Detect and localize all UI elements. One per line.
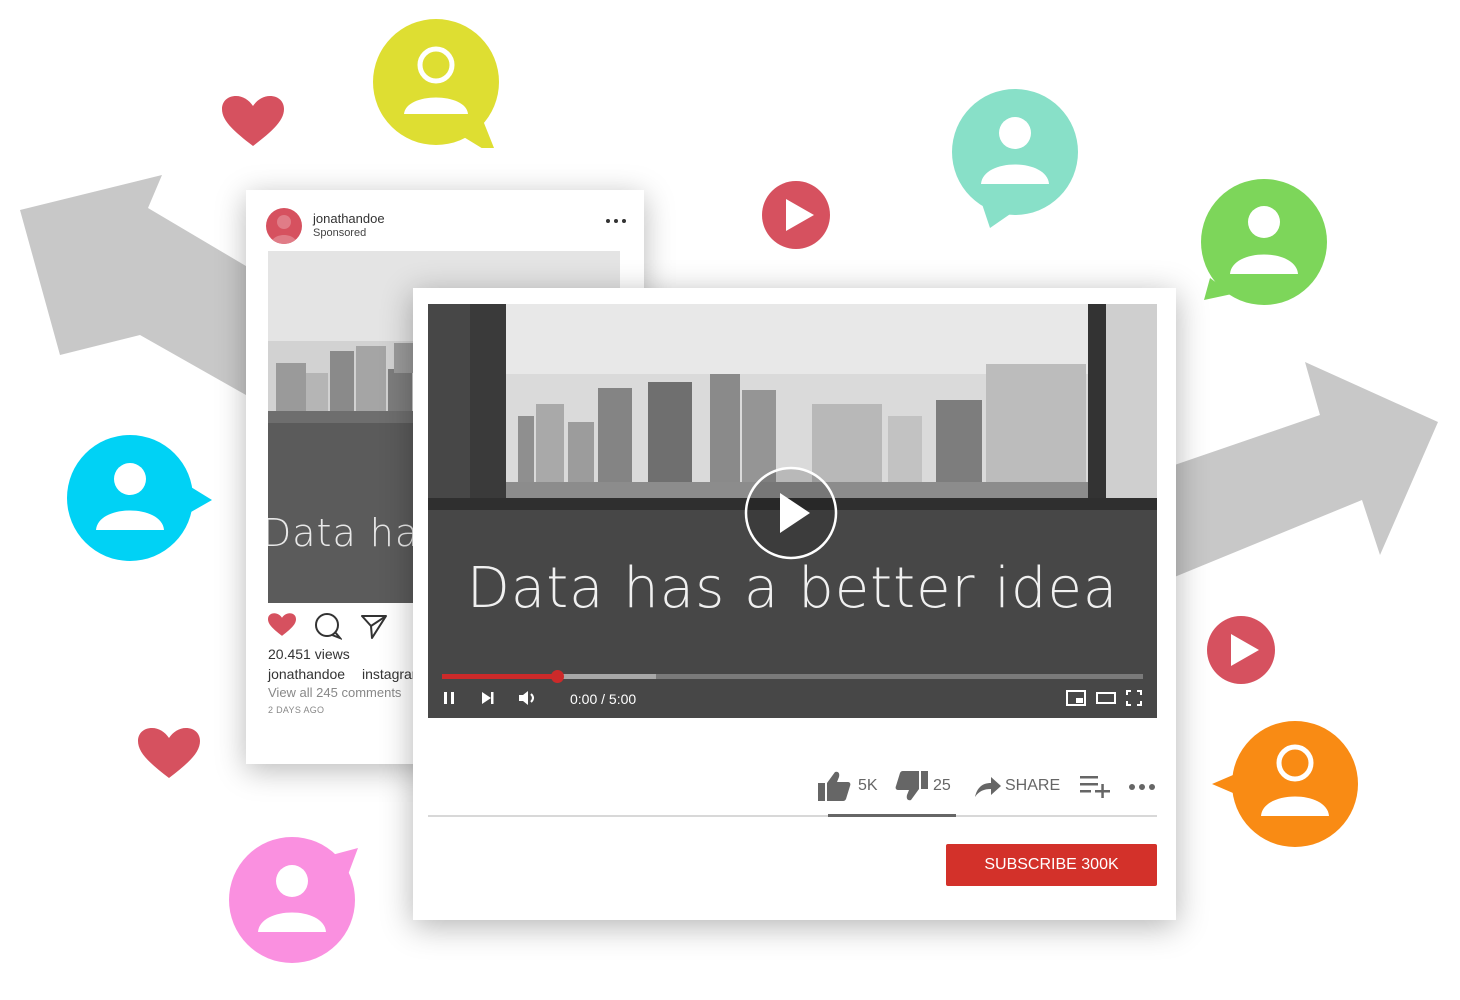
share-arrow-icon[interactable] [974, 775, 1002, 799]
thumbs-up-icon[interactable] [817, 770, 851, 802]
video-post-card: Data has a better idea 0:00 / 5:00 5K 25… [413, 288, 1176, 920]
avatar[interactable] [266, 208, 302, 244]
video-player[interactable]: Data has a better idea 0:00 / 5:00 [428, 304, 1157, 718]
add-to-playlist-icon[interactable] [1079, 774, 1111, 798]
view-comments-link[interactable]: View all 245 comments [268, 685, 401, 700]
share-button[interactable]: SHARE [1005, 777, 1060, 795]
profile-bubble-yellow [373, 19, 499, 148]
pause-icon[interactable] [442, 690, 456, 706]
caption-username[interactable]: jonathandoe [268, 666, 345, 682]
miniplayer-icon[interactable] [1066, 690, 1086, 706]
dislikes-count: 25 [933, 777, 951, 794]
profile-bubble-pink [229, 837, 358, 963]
video-time: 0:00 / 5:00 [570, 691, 637, 707]
profile-bubble-cyan [67, 435, 212, 561]
post-timestamp: 2 DAYS AGO [268, 705, 325, 715]
profile-bubble-mint [952, 89, 1078, 228]
views-count: 20.451 views [268, 646, 350, 662]
heart-icon [222, 96, 284, 146]
play-icon[interactable] [744, 466, 838, 560]
user-icon [271, 215, 297, 244]
next-icon[interactable] [480, 690, 496, 706]
fullscreen-icon[interactable] [1126, 690, 1142, 706]
volume-icon[interactable] [518, 690, 538, 706]
profile-bubble-orange [1212, 721, 1358, 847]
video-overlay-text: Data has a better idea [466, 556, 1119, 621]
thumbs-down-icon[interactable] [895, 770, 929, 802]
play-icon [762, 181, 830, 249]
rating-bar [828, 814, 956, 817]
theater-icon[interactable] [1096, 690, 1116, 706]
likes-count: 5K [858, 777, 878, 794]
right-arrow-shape [1160, 362, 1438, 578]
progress-played [442, 674, 558, 679]
share-icon[interactable] [360, 612, 388, 640]
post-actions [268, 612, 408, 642]
more-icon[interactable] [1127, 782, 1157, 792]
sponsored-label: Sponsored [313, 227, 367, 239]
profile-bubble-green [1201, 179, 1327, 305]
comment-icon[interactable] [314, 612, 342, 640]
play-icon [1207, 616, 1275, 684]
heart-icon [138, 728, 200, 778]
more-icon[interactable] [604, 216, 628, 226]
post-username[interactable]: jonathandoe [313, 211, 385, 226]
video-progress-bar[interactable] [442, 670, 1143, 683]
heart-icon[interactable] [268, 612, 296, 638]
subscribe-button[interactable]: SUBSCRIBE 300K [946, 844, 1157, 886]
divider [428, 815, 1157, 817]
